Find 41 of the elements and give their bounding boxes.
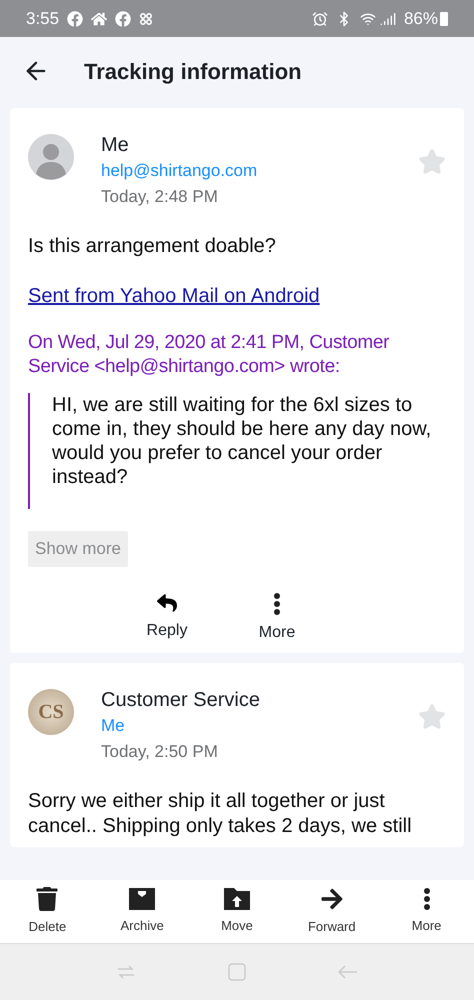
delete-icon — [35, 886, 60, 911]
more-icon — [274, 592, 280, 614]
battery-percent: 86% — [404, 8, 438, 30]
quote-header: On Wed, Jul 29, 2020 at 2:41 PM, Customer Service <help@shirtango.com> wrote: — [28, 331, 390, 379]
sender-name: Customer Service — [101, 688, 261, 712]
signature-link[interactable]: Sent from Yahoo Mail on Android — [28, 285, 320, 307]
alarm-icon — [312, 10, 328, 26]
message-body: Is this arrangement doable? — [28, 234, 277, 259]
back-icon[interactable] — [338, 965, 358, 979]
signal-icon — [380, 10, 396, 26]
toolbar-button[interactable]: Delete — [12, 886, 82, 936]
home-icon — [91, 10, 108, 26]
avatar: CS — [28, 688, 74, 734]
home-button-icon[interactable] — [228, 963, 246, 981]
sender-name: Me — [101, 133, 130, 158]
archive-icon — [129, 888, 156, 910]
toolbar-button[interactable]: More — [392, 888, 462, 936]
quoted-text: HI, we are still waiting for the 6xl sizes to come in, they should be here any day now, would you prefer to cancel your order instead? — [52, 393, 432, 489]
facebook-icon — [67, 10, 84, 26]
page-title: Tracking information — [84, 58, 302, 86]
avatar-icon — [28, 134, 74, 180]
star-icon[interactable] — [418, 148, 446, 176]
toolbar-button[interactable]: Archive — [107, 888, 178, 936]
clock: 3:55 — [26, 8, 60, 30]
wifi-icon — [360, 10, 376, 26]
star-icon[interactable] — [418, 702, 446, 730]
message-body: Sorry we either ship it all together or just cancel.. Shipping only takes 2 days, we still — [28, 788, 413, 838]
more-icon — [424, 888, 430, 910]
forward-icon — [320, 886, 344, 911]
battery-icon — [440, 12, 448, 26]
facebook-icon — [115, 10, 132, 26]
toolbar-button[interactable]: Forward — [296, 886, 367, 936]
timestamp: Today, 2:48 PM — [101, 186, 219, 208]
action-button[interactable]: More — [247, 592, 307, 644]
recents-icon[interactable] — [116, 965, 136, 979]
action-button[interactable]: Reply — [137, 592, 197, 644]
flower-icon — [139, 12, 154, 26]
timestamp: Today, 2:50 PM — [101, 740, 219, 762]
toolbar-button[interactable]: Move — [202, 888, 272, 936]
folder-icon — [224, 888, 250, 910]
reply-icon — [157, 592, 177, 612]
